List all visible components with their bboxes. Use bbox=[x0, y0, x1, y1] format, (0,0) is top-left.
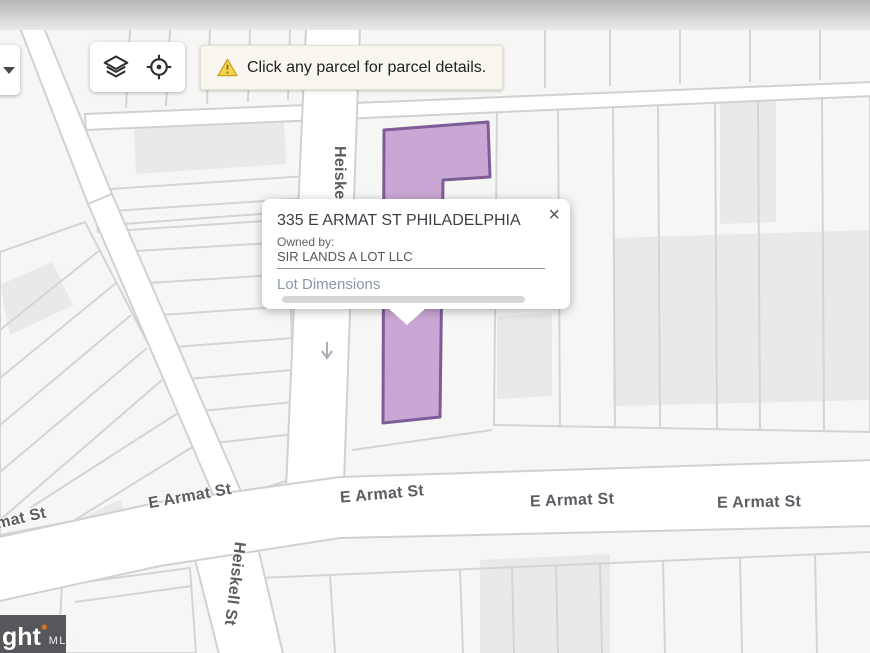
popup-title: 335 E ARMAT ST PHILADELPHIA bbox=[277, 211, 555, 230]
street-label-e-armat-3: E Armat St bbox=[530, 491, 615, 512]
popup-divider bbox=[277, 268, 545, 269]
lot-dimensions-link[interactable]: Lot Dimensions bbox=[277, 276, 380, 293]
collapse-panel-button[interactable] bbox=[0, 45, 20, 95]
watermark-logo-fragment: ght bbox=[2, 626, 41, 648]
popup-owner-name: SIR LANDS A LOT LLC bbox=[277, 249, 555, 265]
brand-watermark: ght ✱ MLS bbox=[0, 615, 66, 653]
window-chrome-strip bbox=[0, 0, 870, 30]
locate-button[interactable] bbox=[142, 50, 176, 84]
parcel-popup: × 335 E ARMAT ST PHILADELPHIA Owned by: … bbox=[262, 199, 570, 309]
watermark-mls-label: MLS bbox=[49, 635, 76, 647]
info-banner-text: Click any parcel for parcel details. bbox=[247, 59, 486, 77]
layers-icon bbox=[101, 52, 131, 82]
close-icon[interactable]: × bbox=[546, 203, 562, 227]
locate-crosshair-icon bbox=[144, 52, 174, 82]
warning-icon bbox=[217, 58, 238, 77]
app-window: mat St E Armat St E Armat St E Armat St … bbox=[0, 0, 870, 653]
popup-owned-by-label: Owned by: bbox=[277, 235, 555, 249]
watermark-spark-icon: ✱ bbox=[41, 623, 48, 632]
popup-horizontal-scrollbar[interactable] bbox=[282, 296, 525, 303]
popup-pointer bbox=[388, 308, 426, 325]
chevron-down-icon bbox=[3, 67, 15, 74]
street-label-e-armat-4: E Armat St bbox=[717, 493, 802, 512]
layers-button[interactable] bbox=[99, 50, 133, 84]
info-banner: Click any parcel for parcel details. bbox=[200, 45, 503, 90]
map-tools-toolbar bbox=[90, 42, 185, 92]
map-canvas[interactable] bbox=[0, 0, 870, 653]
